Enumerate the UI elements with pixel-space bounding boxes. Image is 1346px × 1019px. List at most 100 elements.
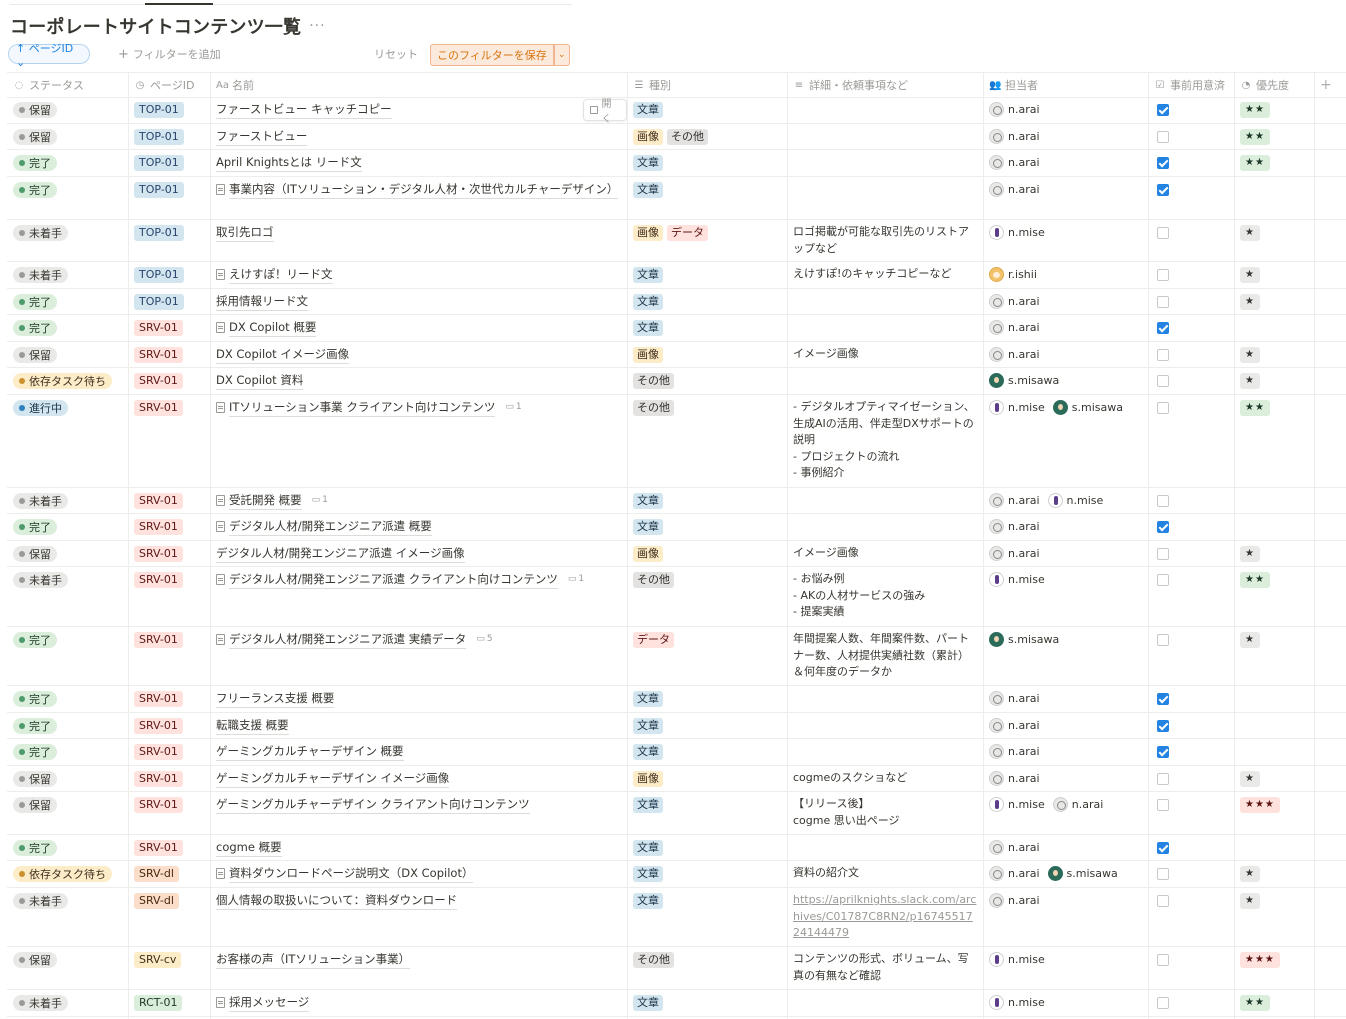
assignee-cell[interactable]: n.arai (983, 124, 1148, 149)
type-tag[interactable]: 文章 (633, 893, 663, 909)
prepared-cell[interactable] (1148, 150, 1234, 176)
page-id-tag[interactable]: TOP-01 (134, 102, 184, 118)
page-id-cell[interactable]: TOP-01 (128, 289, 210, 314)
priority-cell[interactable]: ★★ (1234, 97, 1314, 123)
assignee-cell[interactable]: n.mise n.arai (983, 792, 1148, 834)
checkbox-icon[interactable] (1157, 495, 1169, 507)
priority-cell[interactable] (1234, 686, 1314, 712)
page-id-tag[interactable]: SRV-dl (134, 893, 179, 909)
checkbox-icon[interactable] (1157, 296, 1169, 308)
type-tag[interactable]: 文章 (633, 691, 663, 707)
assignee-chip[interactable]: n.arai (989, 519, 1040, 534)
page-id-cell[interactable]: SRV-01 (128, 792, 210, 834)
priority-tag[interactable]: ★★ (1240, 995, 1270, 1011)
priority-tag[interactable]: ★★ (1240, 572, 1270, 588)
page-id-tag[interactable]: SRV-01 (134, 400, 183, 416)
page-title-link[interactable]: cogme 概要 (216, 839, 621, 857)
save-filter-button[interactable]: このフィルターを保存 (430, 44, 554, 66)
checkbox-icon[interactable] (1157, 548, 1169, 560)
assignee-cell[interactable]: n.arai (983, 686, 1148, 712)
page-title-link[interactable]: ゲーミングカルチャーデザイン クライアント向けコンテンツ (216, 796, 621, 814)
checkbox-checked-icon[interactable] (1157, 322, 1169, 334)
priority-tag[interactable]: ★ (1240, 267, 1260, 283)
assignee-cell[interactable]: n.arai (983, 713, 1148, 738)
table-row[interactable]: 完了 SRV-01 DX Copilot 概要 文章 n.arai (7, 315, 1346, 342)
column-header-page-id[interactable]: ◷ ページID (128, 73, 210, 97)
status-cell[interactable]: 完了 (7, 835, 128, 860)
page-title-link[interactable]: デジタル人材/開発エンジニア派遣 概要 (216, 518, 621, 536)
type-tag[interactable]: その他 (667, 129, 708, 145)
status-cell[interactable]: 完了 (7, 177, 128, 219)
name-cell[interactable]: DX Copilot 概要 (210, 315, 627, 341)
status-cell[interactable]: 保留 (7, 792, 128, 834)
priority-tag[interactable]: ★★ (1240, 400, 1270, 416)
type-cell[interactable]: 文章 (627, 514, 787, 540)
type-cell[interactable]: 文章 (627, 861, 787, 887)
table-row[interactable]: 完了 SRV-01 ゲーミングカルチャーデザイン 概要 文章 n.arai (7, 739, 1346, 766)
name-cell[interactable]: 個人情報の取扱いについて：資料ダウンロード (210, 888, 627, 946)
prepared-cell[interactable] (1148, 766, 1234, 791)
assignee-cell[interactable]: n.arai (983, 150, 1148, 176)
table-row[interactable]: 保留 TOP-01 ファーストビュー 画像 その他 n.arai ★★ (7, 124, 1346, 150)
status-badge[interactable]: 完了 (13, 744, 57, 760)
checkbox-icon[interactable] (1157, 997, 1169, 1009)
assignee-chip[interactable]: n.mise (989, 952, 1045, 967)
page-id-cell[interactable]: SRV-01 (128, 514, 210, 540)
page-id-tag[interactable]: TOP-01 (134, 155, 184, 171)
page-id-tag[interactable]: SRV-01 (134, 840, 183, 856)
assignee-chip[interactable]: n.mise (1047, 493, 1103, 508)
type-tag[interactable]: 文章 (633, 102, 663, 118)
table-row[interactable]: 完了 SRV-01 cogme 概要 文章 n.arai (7, 835, 1346, 861)
table-row[interactable]: 完了 SRV-01 フリーランス支援 概要 文章 n.arai (7, 686, 1346, 713)
comment-count[interactable]: ▭ 1 (568, 571, 584, 588)
priority-cell[interactable] (1234, 177, 1314, 219)
detail-cell[interactable] (787, 488, 983, 513)
table-row[interactable]: 未着手 SRV-01 受託開発 概要 ▭ 1 文章 n.arai n.mise (7, 488, 1346, 514)
assignee-cell[interactable]: n.arai (983, 342, 1148, 367)
status-badge[interactable]: 未着手 (13, 893, 68, 909)
type-cell[interactable]: 文章 (627, 713, 787, 738)
type-cell[interactable]: 文章 (627, 97, 787, 123)
name-cell[interactable]: cogme 概要 (210, 835, 627, 860)
type-tag[interactable]: 文章 (633, 797, 663, 813)
page-id-tag[interactable]: SRV-01 (134, 373, 183, 389)
priority-cell[interactable]: ★ (1234, 861, 1314, 887)
type-tag[interactable]: 文章 (633, 744, 663, 760)
table-row[interactable]: 依存タスク待ち SRV-dl 資料ダウンロードページ説明文（DX Copilot） 文… (7, 861, 1346, 888)
page-id-tag[interactable]: SRV-01 (134, 572, 183, 588)
table-row[interactable]: 未着手 TOP-01 えけすぽ！リード文 文章 えけすぽ!のキャッチコピーなど r.ish… (7, 262, 1346, 289)
assignee-chip[interactable]: n.arai (1052, 797, 1103, 812)
priority-cell[interactable]: ★ (1234, 541, 1314, 566)
checkbox-icon[interactable] (1157, 868, 1169, 880)
prepared-cell[interactable] (1148, 395, 1234, 487)
page-id-tag[interactable]: TOP-01 (134, 182, 184, 198)
status-badge[interactable]: 未着手 (13, 995, 68, 1011)
page-title-link[interactable]: April Knightsとは リード文 (216, 154, 621, 172)
priority-cell[interactable]: ★ (1234, 368, 1314, 394)
page-title-link[interactable]: お客様の声（ITソリューション事業） (216, 951, 621, 969)
page-id-cell[interactable]: SRV-cv (128, 947, 210, 989)
type-tag[interactable]: その他 (633, 572, 674, 588)
detail-cell[interactable]: コンテンツの形式、ボリューム、写真の有無など確認 (787, 947, 983, 989)
name-cell[interactable]: デジタル人材/開発エンジニア派遣 クライアント向けコンテンツ ▭ 1 (210, 567, 627, 626)
table-row[interactable]: 未着手 SRV-01 デジタル人材/開発エンジニア派遣 クライアント向けコンテンツ ▭… (7, 567, 1346, 627)
status-cell[interactable]: 依存タスク待ち (7, 861, 128, 887)
detail-link[interactable]: https://aprilknights.slack.com/archives/… (793, 892, 977, 942)
assignee-cell[interactable]: n.arai (983, 541, 1148, 566)
checkbox-icon[interactable] (1157, 799, 1169, 811)
type-cell[interactable]: 文章 (627, 888, 787, 946)
page-title-link[interactable]: フリーランス支援 概要 (216, 690, 621, 708)
prepared-cell[interactable] (1148, 124, 1234, 149)
name-cell[interactable]: ファーストビュー キャッチコピー 開く (210, 97, 627, 125)
page-id-cell[interactable]: SRV-01 (128, 835, 210, 860)
status-cell[interactable]: 未着手 (7, 567, 128, 626)
name-cell[interactable]: ファーストビュー (210, 124, 627, 149)
column-header-prepared[interactable]: ☑ 事前用意済 (1148, 73, 1234, 97)
name-cell[interactable]: えけすぽ！リード文 (210, 262, 627, 288)
prepared-cell[interactable] (1148, 713, 1234, 738)
page-id-tag[interactable]: SRV-01 (134, 797, 183, 813)
assignee-cell[interactable]: n.mise (983, 220, 1148, 261)
page-id-tag[interactable]: SRV-01 (134, 519, 183, 535)
priority-tag[interactable]: ★ (1240, 893, 1260, 909)
page-id-tag[interactable]: TOP-01 (134, 294, 184, 310)
